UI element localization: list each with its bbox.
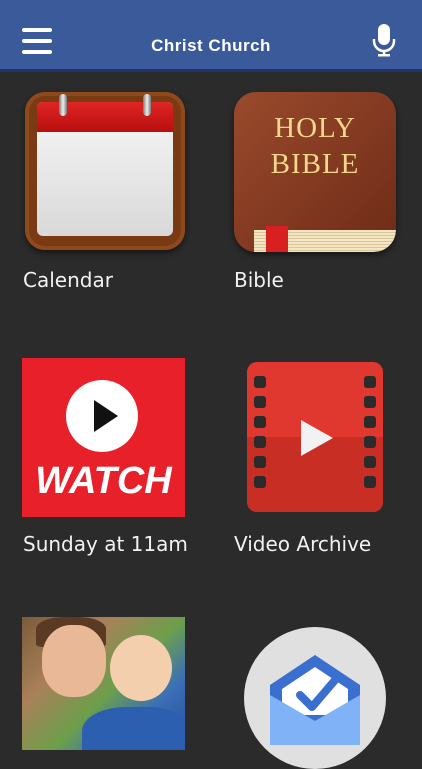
tile-label-video-archive: Video Archive xyxy=(234,532,372,556)
tile-inbox[interactable] xyxy=(244,627,386,769)
watch-icon-text: WATCH xyxy=(35,460,172,502)
family-photo-icon xyxy=(22,617,185,750)
app-title: Christ Church xyxy=(151,36,271,55)
tile-bible[interactable]: HOLY BIBLE Bible xyxy=(234,92,404,297)
bible-icon-text-1: HOLY xyxy=(274,112,356,144)
tile-calendar[interactable]: Calendar xyxy=(22,92,192,297)
calendar-icon xyxy=(25,92,185,250)
watch-icon: WATCH xyxy=(22,358,185,517)
bible-icon: HOLY BIBLE xyxy=(234,92,396,252)
tile-label-sunday: Sunday at 11am xyxy=(23,532,188,556)
bible-icon-text-2: BIBLE xyxy=(270,148,360,180)
tile-label-calendar: Calendar xyxy=(23,268,113,292)
inbox-icon xyxy=(244,627,386,769)
play-icon xyxy=(66,380,138,452)
microphone-icon[interactable] xyxy=(372,24,396,58)
tile-label-bible: Bible xyxy=(234,268,284,292)
top-bar: Christ Church xyxy=(0,0,422,72)
tile-sunday-watch[interactable]: WATCH Sunday at 11am xyxy=(22,358,212,563)
tile-video-archive[interactable]: Video Archive xyxy=(234,358,414,563)
tile-family-photo[interactable] xyxy=(22,617,185,750)
video-archive-icon xyxy=(247,362,383,512)
